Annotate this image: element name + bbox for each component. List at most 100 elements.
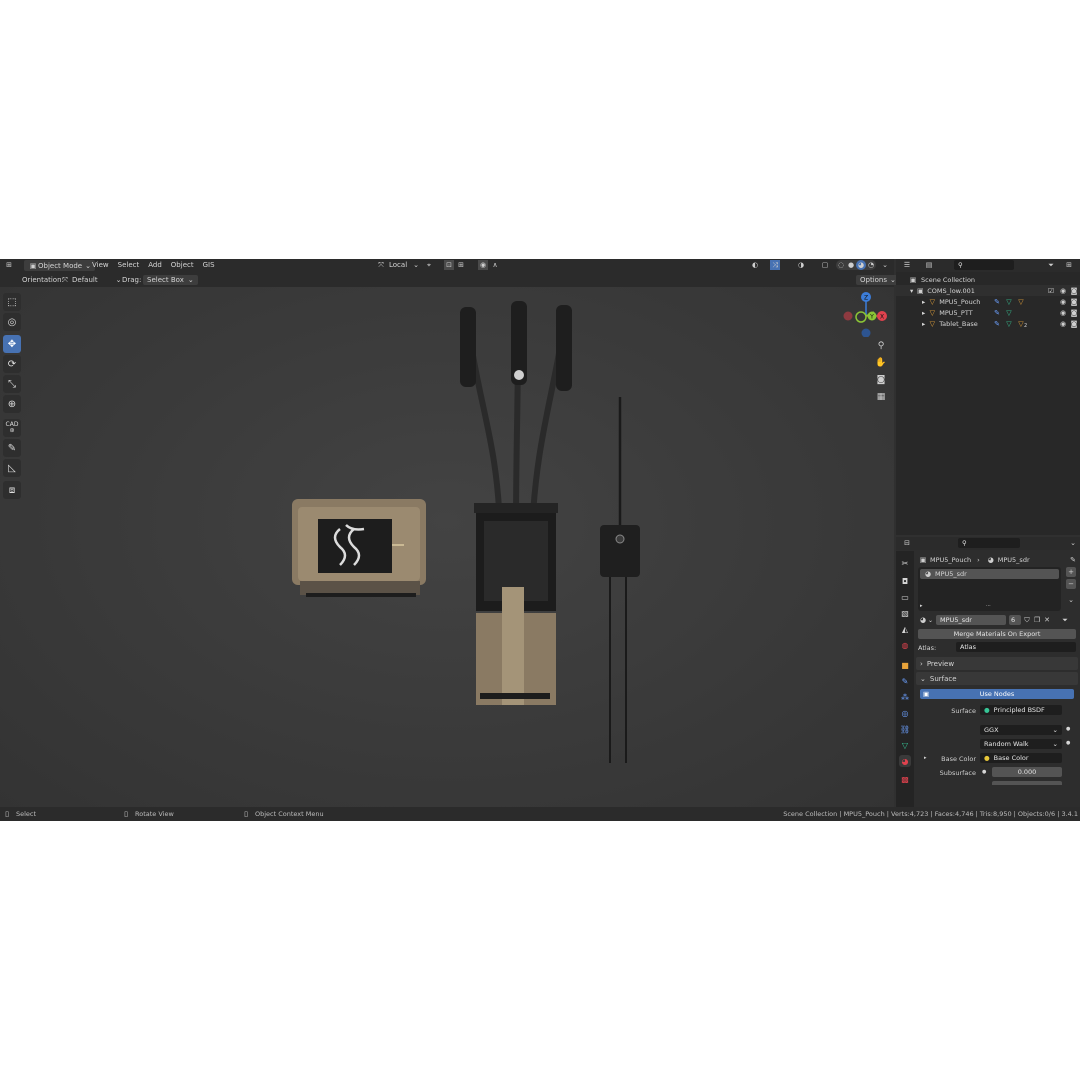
mode-dropdown[interactable]: ▣ Object Mode ⌄ — [24, 260, 95, 271]
menu-object[interactable]: Object — [171, 261, 194, 269]
annotate-tool[interactable]: ✎ — [3, 439, 21, 457]
zoom-button[interactable]: ⚲ — [874, 339, 888, 353]
measure-tool[interactable]: ◺ — [3, 459, 21, 477]
menu-gis[interactable]: GIS — [203, 261, 215, 269]
cad-tool[interactable]: CAD ⊛ — [3, 419, 21, 437]
eye-icon[interactable]: ◉ — [1058, 319, 1068, 329]
tab-data[interactable]: ▽ — [899, 739, 911, 751]
3d-viewport[interactable]: ⬚ ◎ ✥ ⟳ ⤡ ⊕ CAD ⊛ ✎ ◺ ⧈ Z Y X ⚲ ✋ ◙ ▦ — [0, 287, 894, 807]
tree-row-object[interactable]: ▸ ▽ Tablet_Base ✎ ▽ ▽ 2 ◉ ◙ — [896, 318, 1080, 330]
add-slot-icon[interactable]: + — [1066, 567, 1076, 577]
chevron-down-icon[interactable]: ⌄ — [1068, 538, 1078, 548]
camera-icon[interactable]: ◙ — [1069, 286, 1079, 296]
preview-panel-header[interactable]: › Preview — [916, 657, 1078, 670]
surface-shader-field[interactable]: ● Principled BSDF — [980, 705, 1062, 715]
overlay-icon[interactable]: ◑ — [796, 260, 806, 270]
eye-icon[interactable]: ◉ — [1058, 297, 1068, 307]
expand-arrow-icon[interactable]: ▸ — [920, 603, 923, 609]
drag-dropdown[interactable]: Select Box ⌄ — [143, 275, 198, 285]
snap-icon[interactable]: ⊡ — [444, 260, 454, 270]
tab-object[interactable]: ■ — [899, 659, 911, 671]
tree-row-object[interactable]: ▸ ▽ MPU5_Pouch ✎ ▽ ▽ ◉ ◙ — [896, 296, 1080, 307]
tab-modifiers[interactable]: ✎ — [899, 675, 911, 687]
eye-icon[interactable]: ◉ — [1058, 286, 1068, 296]
close-icon[interactable]: ✕ — [1042, 615, 1052, 625]
neg-z-axis-handle[interactable] — [861, 328, 871, 338]
camera-view-button[interactable]: ◙ — [874, 373, 888, 387]
tab-render[interactable]: ◘ — [899, 575, 911, 587]
pin-icon[interactable]: ✎ — [1068, 555, 1078, 565]
orientation-dropdown[interactable]: ⤧ Default ⌄ — [60, 275, 121, 285]
material-preview-icon[interactable]: ◕ — [856, 260, 866, 270]
expand-arrow-icon[interactable]: ▸ — [922, 309, 925, 317]
properties-editor-icon[interactable]: ⊟ — [902, 538, 912, 548]
socket-dot-icon[interactable]: ● — [1066, 740, 1070, 746]
base-color-field[interactable]: ● Base Color — [980, 753, 1062, 763]
filter-icon[interactable]: ⏷ — [1046, 260, 1056, 270]
transform-space-dropdown[interactable]: ⤧ Local ⌄ — [376, 260, 419, 270]
new-collection-icon[interactable]: ⊞ — [1064, 260, 1074, 270]
tab-output[interactable]: ▭ — [899, 591, 911, 603]
socket-dot-icon[interactable]: ● — [982, 769, 986, 775]
tab-particles[interactable]: ⁂ — [899, 691, 911, 703]
solid-shading-icon[interactable]: ● — [846, 260, 856, 270]
pivot-icon[interactable]: ⌖ — [424, 260, 434, 270]
camera-icon[interactable]: ◙ — [1069, 319, 1079, 329]
visibility-icon[interactable]: ◐ — [750, 260, 760, 270]
wireframe-shading-icon[interactable]: ◌ — [836, 260, 846, 270]
subsurface-value-field[interactable]: 0.000 — [992, 767, 1062, 777]
perspective-toggle[interactable]: ▦ — [874, 390, 888, 404]
pan-button[interactable]: ✋ — [874, 356, 888, 370]
material-name-field[interactable]: MPU5_sdr — [936, 615, 1007, 625]
filter-icon[interactable]: ⏷ — [1060, 615, 1070, 625]
rendered-shading-icon[interactable]: ◔ — [866, 260, 876, 270]
gizmo-toggle-icon[interactable]: ⤨ — [770, 260, 780, 270]
editor-type-icon[interactable]: ⊞ — [4, 260, 14, 270]
tab-texture[interactable]: ▩ — [899, 773, 911, 785]
checkbox-icon[interactable]: ☑ — [1046, 286, 1056, 296]
next-property-field[interactable] — [992, 781, 1062, 785]
expand-arrow-icon[interactable]: ▸ — [922, 298, 925, 306]
merge-materials-button[interactable]: Merge Materials On Export — [918, 629, 1076, 639]
resize-grip-icon[interactable]: ⋯ — [986, 603, 991, 609]
scene-render[interactable] — [280, 297, 660, 767]
camera-icon[interactable]: ◙ — [1069, 308, 1079, 318]
remove-slot-icon[interactable]: − — [1066, 579, 1076, 589]
tab-world[interactable]: ◍ — [899, 639, 911, 651]
tab-scene[interactable]: ◭ — [899, 623, 911, 635]
use-nodes-button[interactable]: ▣ Use Nodes — [920, 689, 1074, 699]
menu-view[interactable]: View — [92, 261, 109, 269]
camera-icon[interactable]: ◙ — [1069, 297, 1079, 307]
surface-panel-header[interactable]: ⌄ Surface — [916, 672, 1078, 685]
menu-add[interactable]: Add — [148, 261, 162, 269]
expand-arrow-icon[interactable]: ▾ — [910, 287, 913, 295]
menu-select[interactable]: Select — [118, 261, 140, 269]
options-dropdown[interactable]: Options ⌄ — [856, 275, 900, 285]
move-tool[interactable]: ✥ — [3, 335, 21, 353]
tab-view-layer[interactable]: ▧ — [899, 607, 911, 619]
chevron-down-icon[interactable]: ⌄ — [880, 260, 890, 270]
navigation-gizmo[interactable]: Z Y X — [838, 287, 894, 337]
properties-search-input[interactable]: ⚲ — [958, 538, 1020, 548]
material-browse-icon[interactable]: ◕ — [918, 615, 928, 625]
tab-tool[interactable]: ✂ — [899, 557, 911, 569]
tab-constraints[interactable]: ⛓ — [899, 723, 911, 735]
outliner-search-input[interactable]: ⚲ — [954, 260, 1014, 270]
chevron-down-icon[interactable]: ⌄ — [1066, 595, 1076, 605]
select-box-tool[interactable]: ⬚ — [3, 293, 21, 311]
socket-dot-icon[interactable]: ● — [1066, 726, 1070, 732]
ptt-model[interactable] — [600, 397, 640, 763]
subsurface-method-dropdown[interactable]: Random Walk ⌄ — [980, 739, 1062, 749]
falloff-icon[interactable]: ∧ — [490, 260, 500, 270]
outliner-editor-icon[interactable]: ☰ — [902, 260, 912, 270]
tree-row-collection[interactable]: ▾ ▣ COMS_low.001 ☑ ◉ ◙ — [896, 285, 1080, 296]
tab-material[interactable]: ◕ — [899, 755, 911, 767]
xray-icon[interactable]: ▢ — [820, 260, 830, 270]
duplicate-icon[interactable]: ❐ — [1032, 615, 1042, 625]
proportional-edit-icon[interactable]: ◉ — [478, 260, 488, 270]
tree-row-object[interactable]: ▸ ▽ MPU5_PTT ✎ ▽ ◉ ◙ — [896, 307, 1080, 318]
pouch-model[interactable] — [460, 301, 572, 705]
scale-tool[interactable]: ⤡ — [3, 375, 21, 393]
fake-user-shield-icon[interactable]: ⛉ — [1022, 615, 1032, 625]
display-mode-icon[interactable]: ▤ — [924, 260, 934, 270]
